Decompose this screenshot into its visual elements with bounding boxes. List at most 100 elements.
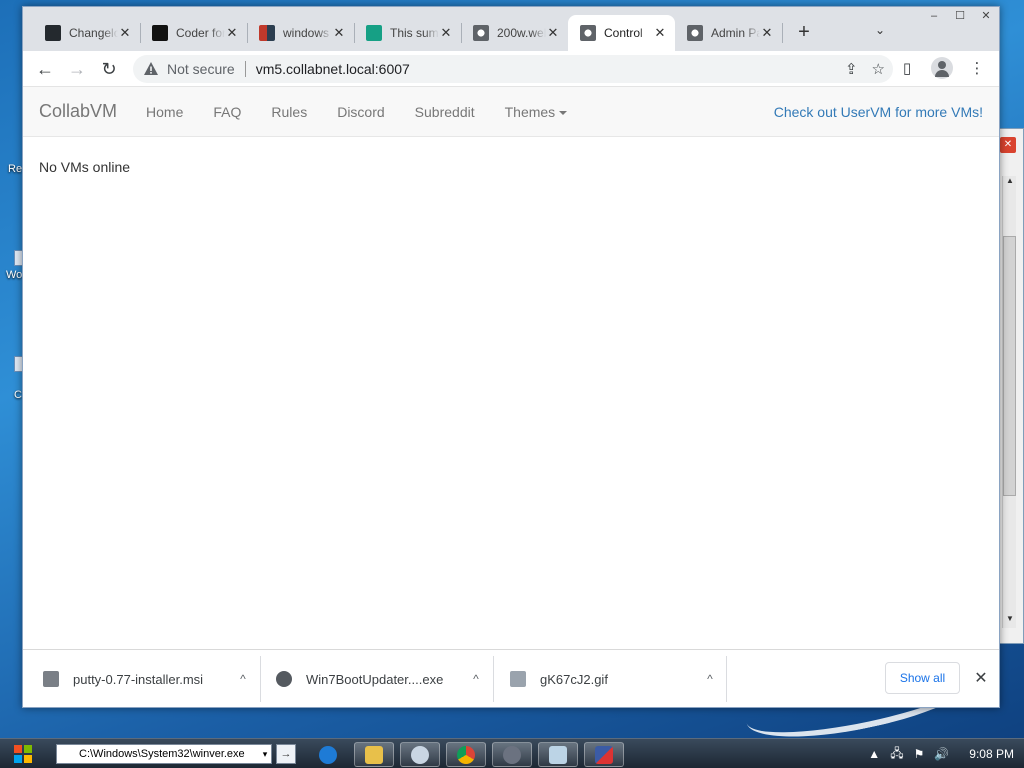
scroll-thumb[interactable] [1003, 236, 1016, 496]
bookmark-star-icon[interactable]: ☆ [872, 60, 885, 78]
close-window-button[interactable]: ✕ [973, 7, 999, 25]
download-filename: putty-0.77-installer.msi [73, 671, 204, 687]
address-bar[interactable]: Not secure vm5.collabnet.local:6007 ⇪ ☆ [133, 55, 893, 83]
windows-site-icon [259, 25, 275, 41]
show-hidden-icons-icon[interactable]: ▲ [868, 747, 880, 761]
download-bar: putty-0.77-installer.msi ^ Win7BootUpdat… [23, 649, 999, 707]
tab-title: Coder for [176, 26, 225, 40]
caret-down-icon [559, 110, 568, 115]
run-go-button[interactable]: → [276, 744, 296, 764]
side-panel-icon[interactable]: ▯ [897, 59, 917, 77]
volume-icon[interactable]: 🔊 [934, 747, 949, 761]
action-center-flag-icon[interactable]: ⚑ [914, 747, 925, 761]
boot-updater-taskbar-icon[interactable] [492, 742, 532, 767]
background-window-close-icon[interactable]: ✕ [1000, 137, 1016, 153]
reload-button[interactable]: ↻ [97, 57, 121, 81]
desktop-icon-label: Wo [6, 269, 23, 281]
chevron-up-icon[interactable]: ^ [233, 672, 253, 686]
maximize-button[interactable]: ☐ [947, 7, 973, 25]
coder-icon [152, 25, 168, 41]
security-label[interactable]: Not secure [167, 61, 235, 77]
paint-taskbar-icon[interactable] [400, 742, 440, 767]
download-item[interactable]: gK67cJ2.gif ^ [490, 658, 720, 700]
exe-file-icon [276, 671, 292, 687]
tab-changelog[interactable]: Changelog ✕ [33, 15, 140, 51]
new-tab-button[interactable]: + [793, 21, 815, 43]
tab-title: This summ [390, 26, 439, 40]
close-icon[interactable]: ✕ [225, 25, 239, 41]
window-controls: ‒ ☐ ✕ [921, 7, 999, 27]
chevron-up-icon[interactable]: ^ [466, 672, 486, 686]
globe-icon [687, 25, 703, 41]
close-icon[interactable]: ✕ [653, 25, 667, 41]
vm-list-status: No VMs online [39, 159, 131, 175]
url-text[interactable]: vm5.collabnet.local:6007 [256, 61, 410, 77]
tab-admin-panel[interactable]: Admin Pa ✕ [675, 15, 782, 51]
run-address-input[interactable]: C:\Windows\System32\winver.exe [56, 744, 272, 764]
chrome-menu-icon[interactable]: ⋮ [967, 59, 987, 77]
download-filename: Win7BootUpdater....exe [306, 671, 444, 687]
desktop-icon-label: C [14, 389, 22, 401]
chevron-up-icon[interactable]: ^ [700, 672, 720, 686]
tab-summary[interactable]: This summ ✕ [354, 15, 461, 51]
windows-taskbar: C:\Windows\System32\winver.exe ▾ → ▲ 🖧 ⚑… [0, 738, 1024, 768]
installer-file-icon [43, 671, 59, 687]
tab-windows[interactable]: windows ✕ [247, 15, 354, 51]
scroll-down-icon[interactable]: ▼ [1003, 614, 1017, 628]
tab-strip: Changelog ✕ Coder for ✕ windows ✕ This s… [23, 7, 999, 51]
forward-button[interactable]: → [65, 57, 89, 81]
download-filename: gK67cJ2.gif [540, 671, 608, 687]
nav-home[interactable]: Home [131, 104, 198, 120]
nav-themes-dropdown[interactable]: Themes [490, 104, 583, 120]
close-icon[interactable]: ✕ [332, 25, 346, 41]
nav-rules[interactable]: Rules [256, 104, 322, 120]
github-icon [45, 25, 61, 41]
back-button[interactable]: ← [33, 57, 57, 81]
chrome-taskbar-icon[interactable] [446, 742, 486, 767]
address-separator [244, 61, 246, 77]
site-brand[interactable]: CollabVM [39, 101, 117, 122]
warning-icon[interactable] [143, 61, 159, 77]
profile-avatar-icon[interactable] [931, 57, 953, 79]
close-icon[interactable]: ✕ [118, 25, 132, 41]
tab-search-icon[interactable]: ⌄ [875, 23, 885, 37]
close-icon[interactable]: ✕ [760, 25, 774, 41]
tab-control[interactable]: Control ✕ [568, 15, 675, 51]
summary-site-icon [366, 25, 382, 41]
tab-title: windows [283, 26, 330, 40]
themes-label: Themes [504, 103, 556, 120]
close-icon[interactable]: ✕ [546, 25, 560, 41]
system-tray: ▲ 🖧 ⚑ 🔊 9:08 PM [858, 739, 1014, 768]
taskbar-clock[interactable]: 9:08 PM [969, 747, 1014, 761]
nav-subreddit[interactable]: Subreddit [400, 104, 490, 120]
windows-start-icon[interactable] [14, 745, 32, 763]
share-icon[interactable]: ⇪ [845, 60, 858, 78]
uservm-link[interactable]: Check out UserVM for more VMs! [774, 104, 983, 120]
tab-200w-webp[interactable]: 200w.webp ✕ [461, 15, 568, 51]
minimize-button[interactable]: ‒ [921, 7, 947, 25]
tab-coder[interactable]: Coder for ✕ [140, 15, 247, 51]
globe-icon [580, 25, 596, 41]
background-window-scrollbar[interactable]: ▲ ▼ [1002, 176, 1016, 628]
nav-discord[interactable]: Discord [322, 104, 399, 120]
close-download-bar-icon[interactable]: ✕ [973, 668, 989, 688]
page-content: CollabVM Home FAQ Rules Discord Subreddi… [23, 87, 999, 649]
run-dropdown-icon[interactable]: ▾ [258, 745, 272, 763]
desktop-icon-label: Re [8, 163, 23, 175]
image-file-icon [510, 671, 526, 687]
show-all-downloads-button[interactable]: Show all [885, 662, 960, 694]
tab-title: Control [604, 26, 643, 40]
close-icon[interactable]: ✕ [439, 25, 453, 41]
nav-faq[interactable]: FAQ [198, 104, 256, 120]
network-icon[interactable]: 🖧 [890, 744, 903, 765]
scroll-up-icon[interactable]: ▲ [1003, 176, 1017, 190]
tab-title: 200w.webp [497, 26, 546, 40]
globe-icon [473, 25, 489, 41]
file-explorer-taskbar-icon[interactable] [354, 742, 394, 767]
download-item[interactable]: putty-0.77-installer.msi ^ [23, 658, 253, 700]
notepad-taskbar-icon[interactable] [538, 742, 578, 767]
browser-toolbar: ← → ↻ Not secure vm5.collabnet.local:600… [23, 51, 999, 87]
download-item[interactable]: Win7BootUpdater....exe ^ [256, 658, 486, 700]
edge-taskbar-icon[interactable] [308, 742, 348, 767]
system-info-taskbar-icon[interactable] [584, 742, 624, 767]
